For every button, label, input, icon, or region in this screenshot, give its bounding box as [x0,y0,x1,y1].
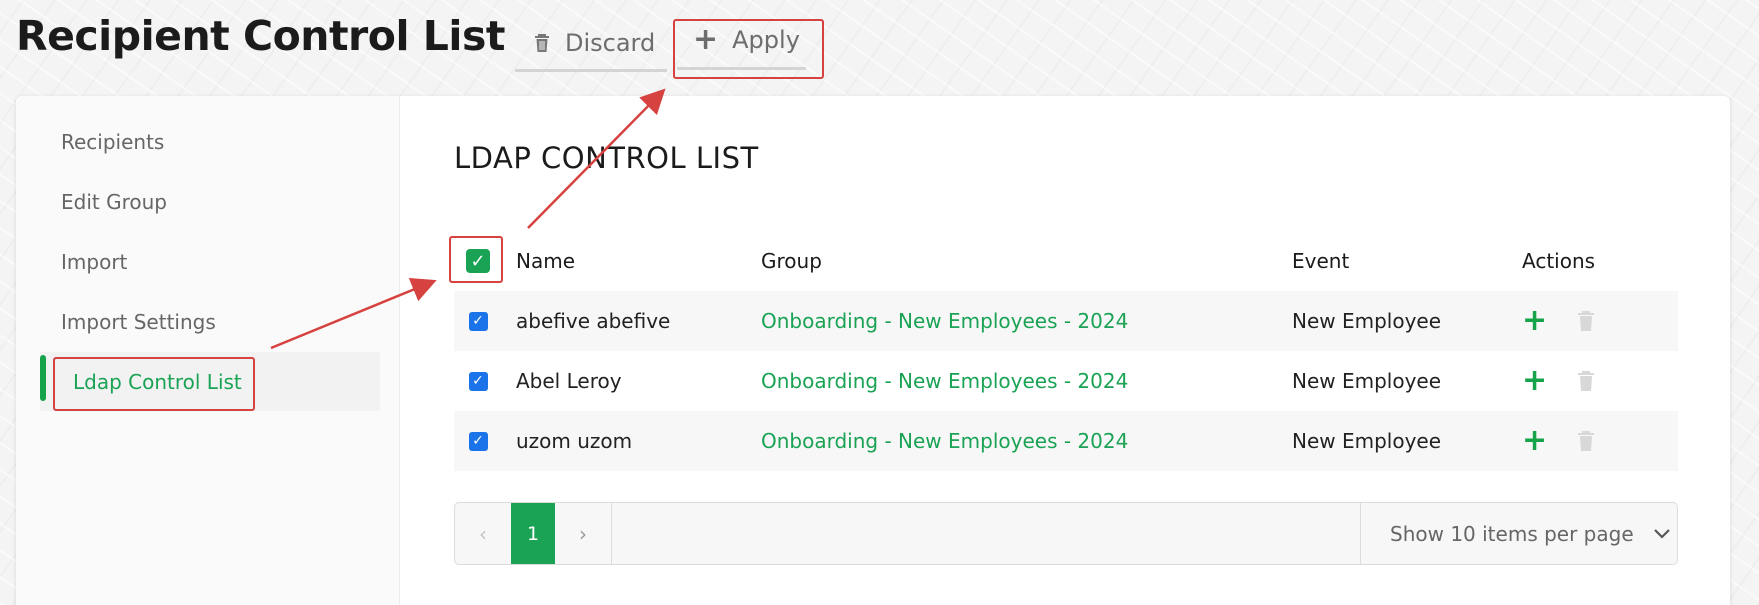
plus-icon: + [693,21,719,57]
plus-icon[interactable]: + [1522,426,1547,456]
sidebar-item-ldap-control-list[interactable]: Ldap Control List [40,352,380,411]
sidebar-item-label: Edit Group [61,189,167,214]
row-select-cell: ✓ [454,291,502,351]
active-indicator [40,355,46,401]
page-size-label: Show 10 items per page [1390,521,1634,546]
page-number-button[interactable]: 1 [511,503,555,564]
chevron-left-icon[interactable]: ‹ [455,503,511,564]
discard-button[interactable]: Discard [515,22,667,72]
plus-icon[interactable]: + [1522,366,1547,396]
page-title: Recipient Control List [16,12,505,60]
sidebar-item-label: Import [61,249,128,274]
row-name: uzom uzom [516,429,633,453]
row-checkbox[interactable]: ✓ [468,311,488,331]
chevron-down-icon [1653,528,1670,539]
column-header-event[interactable]: Event [1292,231,1349,291]
sidebar-item-recipients[interactable]: Recipients [36,112,376,171]
row-event: New Employee [1292,429,1442,453]
sidebar-item-import-settings[interactable]: Import Settings [36,292,376,351]
sidebar-item-edit-group[interactable]: Edit Group [36,172,376,231]
apply-button[interactable]: + Apply [677,20,806,70]
sidebar-item-label: Ldap Control List [73,369,242,394]
column-header-actions: Actions [1522,249,1596,273]
sidebar-item-import[interactable]: Import [36,232,376,291]
column-header-group[interactable]: Group [761,231,822,291]
row-actions: + [1522,351,1595,411]
table-row: ✓ uzom uzom Onboarding - New Employees -… [454,411,1678,471]
sidebar-item-label: Import Settings [61,309,216,334]
row-select-cell: ✓ [454,351,502,411]
row-event: New Employee [1292,309,1442,333]
table-row: ✓ Abel Leroy Onboarding - New Employees … [454,351,1678,411]
column-header-name[interactable]: Name [516,231,575,291]
row-group-link[interactable]: Onboarding - New Employees - 2024 [761,291,1128,351]
row-actions: + [1522,411,1595,471]
page-size-select[interactable]: Show 10 items per page [1360,503,1678,564]
table-header-row: ✓ Name Group Event Actions [454,231,1678,291]
sidebar: Recipients Edit Group Import Import Sett… [16,96,400,605]
row-actions: + [1522,291,1595,351]
row-event: New Employee [1292,369,1442,393]
trash-icon[interactable] [1577,310,1595,332]
row-name: abefive abefive [516,309,671,333]
trash-icon[interactable] [1577,430,1595,452]
pager-divider [611,503,612,564]
trash-icon [533,33,551,53]
table-row: ✓ abefive abefive Onboarding - New Emplo… [454,291,1678,351]
section-title: LDAP CONTROL LIST [454,141,759,175]
sidebar-item-label: Recipients [61,129,165,154]
select-all-cell: ✓ [454,231,502,291]
row-select-cell: ✓ [454,411,502,471]
row-group-link[interactable]: Onboarding - New Employees - 2024 [761,351,1128,411]
row-group-link[interactable]: Onboarding - New Employees - 2024 [761,411,1128,471]
trash-icon[interactable] [1577,370,1595,392]
pagination: ‹ 1 › Show 10 items per page [454,502,1678,565]
discard-label: Discard [565,28,656,57]
plus-icon[interactable]: + [1522,306,1547,336]
row-checkbox[interactable]: ✓ [468,431,488,451]
ldap-table: ✓ Name Group Event Actions ✓ abefive abe… [454,231,1678,471]
chevron-right-icon[interactable]: › [555,503,611,564]
apply-label: Apply [732,25,800,54]
row-checkbox[interactable]: ✓ [468,371,488,391]
row-name: Abel Leroy [516,369,622,393]
content-card: Recipients Edit Group Import Import Sett… [16,96,1730,605]
select-all-checkbox[interactable]: ✓ [466,249,490,273]
